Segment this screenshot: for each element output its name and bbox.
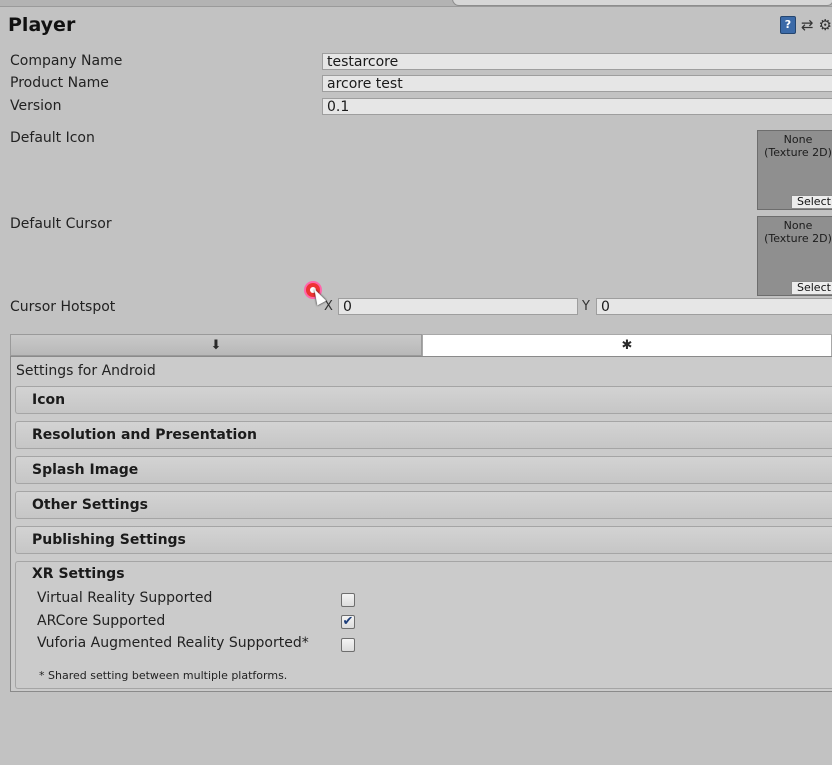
product-name-label: Product Name [10, 75, 109, 91]
vr-supported-checkbox[interactable] [341, 593, 355, 607]
hotspot-y-label: Y [582, 299, 590, 314]
help-book-icon[interactable]: ? [779, 16, 796, 34]
tab-android[interactable]: ✱ [422, 334, 832, 356]
version-field[interactable]: 0.1 [322, 98, 832, 115]
section-resolution-presentation[interactable]: Resolution and Presentation [15, 421, 832, 449]
top-search-field[interactable] [452, 0, 832, 6]
section-icon[interactable]: Icon [15, 386, 832, 414]
settings-for-heading: Settings for Android [16, 363, 156, 379]
tab-standalone[interactable]: ⬇ [10, 334, 422, 356]
cursor-hotspot-label: Cursor Hotspot [10, 299, 116, 315]
vuforia-supported-label: Vuforia Augmented Reality Supported* [37, 635, 309, 651]
default-icon-label: Default Icon [10, 130, 95, 146]
shared-setting-note: * Shared setting between multiple platfo… [39, 669, 288, 682]
texture-none-text: None (Texture 2D) [764, 219, 832, 245]
select-texture-button[interactable]: Select [791, 195, 832, 209]
download-icon: ⬇ [210, 338, 222, 353]
company-name-field[interactable]: testarcore [322, 53, 832, 70]
arcore-supported-checkbox[interactable]: ✔ [341, 615, 355, 629]
section-other-settings[interactable]: Other Settings [15, 491, 832, 519]
company-name-label: Company Name [10, 53, 123, 69]
section-publishing-settings[interactable]: Publishing Settings [15, 526, 832, 554]
hotspot-x-label: X [324, 299, 333, 314]
default-icon-texture-slot[interactable]: None (Texture 2D) Select [757, 130, 832, 210]
texture-none-text: None (Texture 2D) [764, 133, 832, 159]
vuforia-supported-checkbox[interactable] [341, 638, 355, 652]
page-title: Player [8, 14, 76, 36]
gear-icon[interactable]: ⚙ [819, 16, 832, 34]
version-label: Version [10, 98, 62, 114]
header-icons: ? ⇄ ⚙ [779, 16, 832, 34]
android-icon: ✱ [621, 338, 633, 353]
default-cursor-label: Default Cursor [10, 216, 112, 232]
checkmark-icon: ✔ [342, 614, 354, 629]
section-splash-image[interactable]: Splash Image [15, 456, 832, 484]
hotspot-y-field[interactable]: 0 [596, 298, 832, 315]
presets-icon[interactable]: ⇄ [801, 16, 814, 34]
hotspot-x-field[interactable]: 0 [338, 298, 578, 315]
vr-supported-label: Virtual Reality Supported [37, 590, 213, 606]
select-texture-button[interactable]: Select [791, 281, 832, 295]
xr-settings-title[interactable]: XR Settings [32, 566, 125, 582]
default-cursor-texture-slot[interactable]: None (Texture 2D) Select [757, 216, 832, 296]
platform-tabs: ⬇ ✱ [10, 334, 832, 356]
product-name-field[interactable]: arcore test [322, 75, 832, 92]
arcore-supported-label: ARCore Supported [37, 613, 166, 629]
